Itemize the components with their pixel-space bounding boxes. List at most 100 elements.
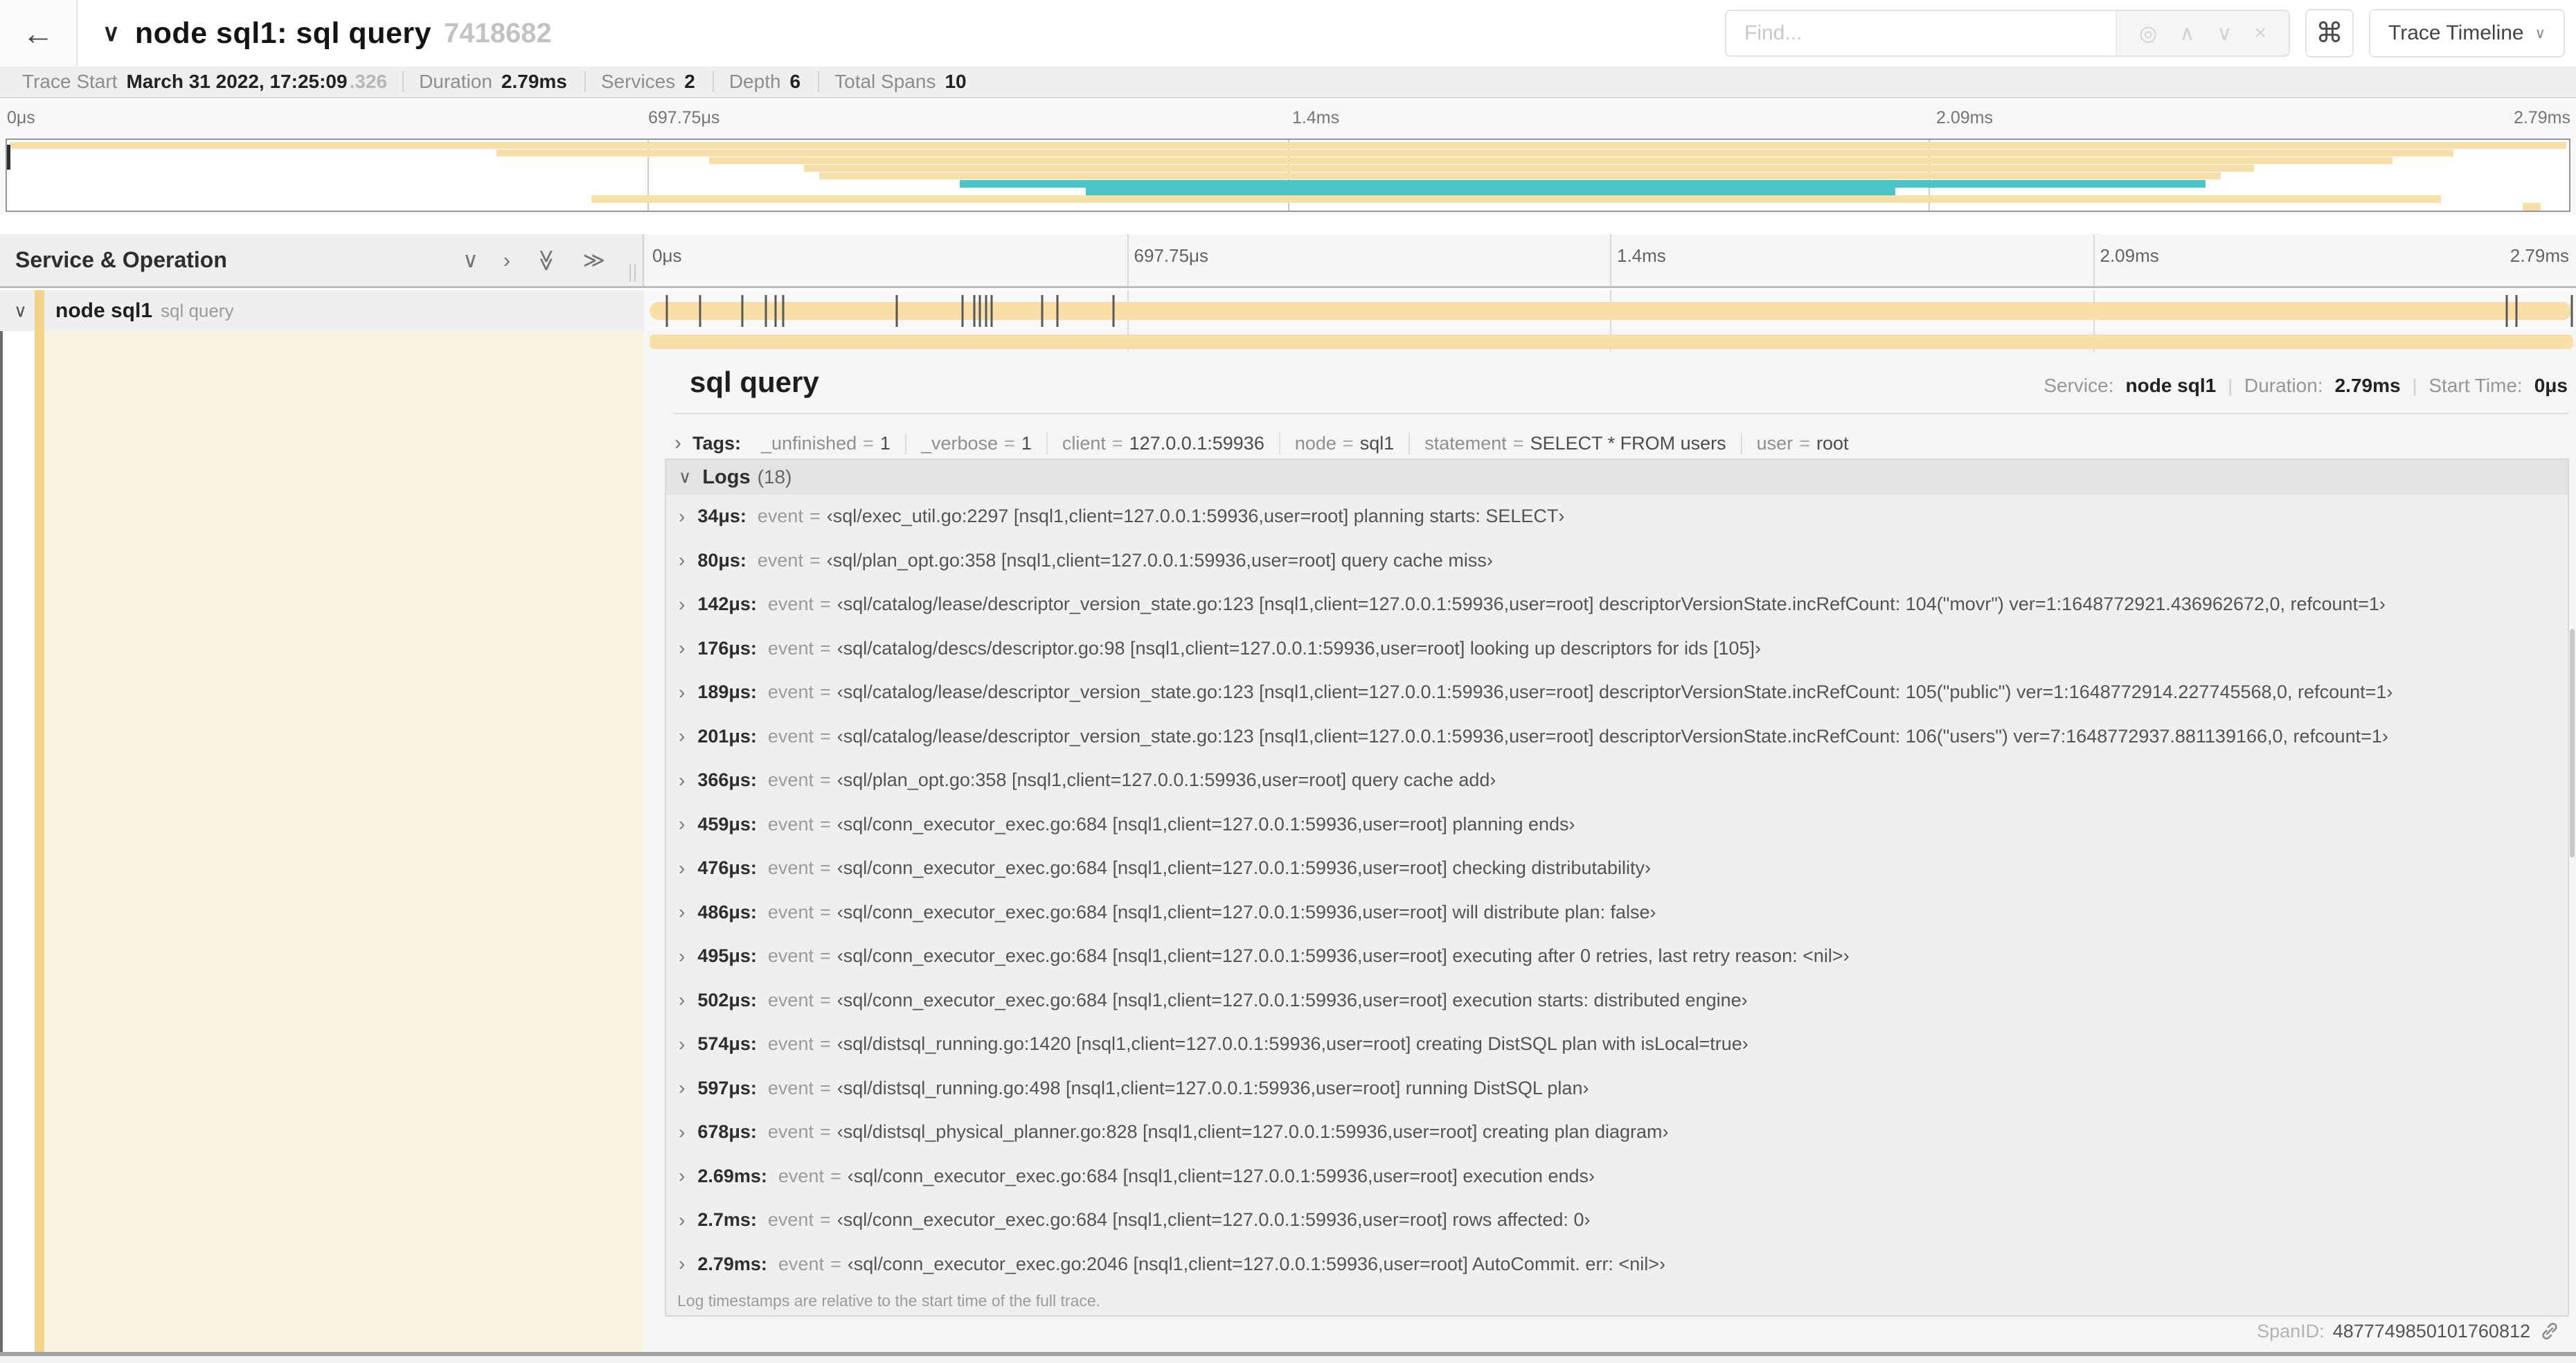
log-marker[interactable] xyxy=(665,294,668,327)
collapse-logs-icon[interactable]: ∨ xyxy=(679,467,691,488)
log-marker[interactable] xyxy=(1112,294,1115,327)
log-marker[interactable] xyxy=(782,294,785,327)
log-marker[interactable] xyxy=(895,294,898,327)
view-selector-button[interactable]: Trace Timeline ∨ xyxy=(2369,9,2565,57)
log-row[interactable]: › 495μs: event = ‹sql/conn_executor_exec… xyxy=(666,934,2568,979)
expand-log-icon[interactable]: › xyxy=(679,901,685,923)
expand-log-icon[interactable]: › xyxy=(679,857,685,880)
summary-value: 10 xyxy=(945,71,967,92)
log-field-value: ‹sql/conn_executor_exec.go:684 [nsql1,cl… xyxy=(837,857,1651,879)
expand-tags-icon[interactable]: › xyxy=(674,431,681,455)
service-operation-title: Service & Operation xyxy=(15,247,227,272)
tag-key: _unfinished xyxy=(761,432,857,454)
log-row[interactable]: › 502μs: event = ‹sql/conn_executor_exec… xyxy=(666,979,2568,1023)
log-row[interactable]: › 176μs: event = ‹sql/catalog/descs/desc… xyxy=(666,627,2568,671)
minimap-canvas[interactable] xyxy=(6,139,2570,212)
locate-icon[interactable]: ◎ xyxy=(2139,21,2157,46)
collapse-all-icon[interactable]: ≫ xyxy=(534,249,559,271)
log-row[interactable]: › 2.79ms: event = ‹sql/conn_executor_exe… xyxy=(666,1242,2568,1287)
expand-log-icon[interactable]: › xyxy=(679,989,685,1011)
log-marker[interactable] xyxy=(1041,294,1044,327)
next-match-icon[interactable]: ∨ xyxy=(2217,21,2232,46)
log-timestamp: 597μs: xyxy=(697,1077,757,1098)
scrollbar-thumb[interactable] xyxy=(2570,629,2575,857)
expand-log-icon[interactable]: › xyxy=(679,1253,685,1275)
log-marker[interactable] xyxy=(961,294,964,327)
minimap-tick: 2.09ms xyxy=(1936,108,1993,127)
expand-log-icon[interactable]: › xyxy=(679,506,685,528)
expand-log-icon[interactable]: › xyxy=(679,1165,685,1187)
axis-gridline xyxy=(1127,234,1129,286)
log-row[interactable]: › 486μs: event = ‹sql/conn_executor_exec… xyxy=(666,891,2568,935)
expand-all-icon[interactable]: ≫ xyxy=(583,248,605,273)
expand-log-icon[interactable]: › xyxy=(679,549,685,571)
log-timestamp: 366μs: xyxy=(697,769,757,791)
span-row[interactable]: ∨ node sql1 sql query xyxy=(0,290,2576,331)
log-marker[interactable] xyxy=(2515,294,2517,327)
expand-log-icon[interactable]: › xyxy=(679,1033,685,1055)
timeline-minimap: 0μs 697.75μs 1.4ms 2.09ms 2.79ms xyxy=(0,100,2576,215)
log-row[interactable]: › 189μs: event = ‹sql/catalog/lease/desc… xyxy=(666,670,2568,715)
collapse-span-icon[interactable]: ∨ xyxy=(14,300,27,321)
expand-log-icon[interactable]: › xyxy=(679,1077,685,1099)
expand-log-icon[interactable]: › xyxy=(679,725,685,747)
log-row[interactable]: › 459μs: event = ‹sql/conn_executor_exec… xyxy=(666,803,2568,847)
log-row[interactable]: › 678μs: event = ‹sql/distsql_physical_p… xyxy=(666,1110,2568,1155)
log-row[interactable]: › 2.7ms: event = ‹sql/conn_executor_exec… xyxy=(666,1198,2568,1242)
log-marker[interactable] xyxy=(2505,294,2508,327)
expand-log-icon[interactable]: › xyxy=(679,637,685,659)
log-row[interactable]: › 2.69ms: event = ‹sql/conn_executor_exe… xyxy=(666,1155,2568,1199)
expand-one-icon[interactable]: › xyxy=(503,248,510,273)
detail-span-bar[interactable] xyxy=(650,335,2573,349)
log-marker[interactable] xyxy=(741,294,744,327)
span-name-cell[interactable]: ∨ node sql1 sql query xyxy=(0,290,644,331)
log-row[interactable]: › 34μs: event = ‹sql/exec_util.go:2297 [… xyxy=(666,495,2568,539)
summary-item: Duration 2.79ms xyxy=(402,71,584,92)
log-marker[interactable] xyxy=(990,294,993,327)
expand-log-icon[interactable]: › xyxy=(679,682,685,704)
find-input[interactable] xyxy=(1726,11,2116,55)
collapse-one-icon[interactable]: ∨ xyxy=(463,248,478,273)
span-bar-cell[interactable] xyxy=(644,290,2576,331)
expand-log-icon[interactable]: › xyxy=(679,1209,685,1231)
expand-log-icon[interactable]: › xyxy=(679,594,685,616)
span-duration-bar[interactable] xyxy=(650,301,2572,320)
keyboard-shortcuts-button[interactable]: ⌘ xyxy=(2305,9,2354,57)
log-row[interactable]: › 476μs: event = ‹sql/conn_executor_exec… xyxy=(666,846,2568,891)
collapse-controls: ∨ › ≫ ≫ xyxy=(463,248,605,273)
trace-title-wrap[interactable]: ∨ node sql1: sql query 7418682 xyxy=(102,17,552,51)
expand-log-icon[interactable]: › xyxy=(679,813,685,835)
log-row[interactable]: › 574μs: event = ‹sql/distsql_running.go… xyxy=(666,1022,2568,1067)
log-marker[interactable] xyxy=(973,294,976,327)
log-field-key: event xyxy=(767,813,814,835)
log-marker[interactable] xyxy=(774,294,777,327)
tag-item: _verbose = 1 xyxy=(904,432,1046,454)
back-icon: ← xyxy=(22,15,54,51)
log-field-value: ‹sql/plan_opt.go:358 [nsql1,client=127.0… xyxy=(826,549,1493,571)
log-row[interactable]: › 142μs: event = ‹sql/catalog/lease/desc… xyxy=(666,582,2568,627)
expand-log-icon[interactable]: › xyxy=(679,1121,685,1143)
log-marker[interactable] xyxy=(764,294,767,327)
expand-log-icon[interactable]: › xyxy=(679,945,685,968)
expand-log-icon[interactable]: › xyxy=(679,769,685,792)
deep-link-icon[interactable] xyxy=(2539,1320,2561,1342)
column-resizer-grip[interactable] xyxy=(629,264,636,282)
log-marker[interactable] xyxy=(1056,294,1059,327)
log-row[interactable]: › 80μs: event = ‹sql/plan_opt.go:358 [ns… xyxy=(666,539,2568,583)
detail-name-column[interactable] xyxy=(35,331,644,1352)
clear-search-icon[interactable]: × xyxy=(2254,21,2266,45)
log-marker[interactable] xyxy=(985,294,987,327)
tags-row[interactable]: › Tags: _unfinished = 1 _verbose = 1 cli… xyxy=(674,428,2569,458)
minimap-drag-handle[interactable] xyxy=(7,145,10,170)
back-button[interactable]: ← xyxy=(0,0,78,66)
log-marker[interactable] xyxy=(699,294,701,327)
prev-match-icon[interactable]: ∧ xyxy=(2179,21,2194,46)
log-marker[interactable] xyxy=(978,294,981,327)
log-row[interactable]: › 201μs: event = ‹sql/catalog/lease/desc… xyxy=(666,715,2568,759)
log-row[interactable]: › 366μs: event = ‹sql/plan_opt.go:358 [n… xyxy=(666,758,2568,803)
logs-header[interactable]: ∨ Logs (18) xyxy=(666,460,2568,495)
minimap-tick: 0μs xyxy=(7,108,35,127)
log-marker[interactable] xyxy=(2570,294,2573,327)
collapse-trace-icon[interactable]: ∨ xyxy=(102,19,120,47)
log-row[interactable]: › 597μs: event = ‹sql/distsql_running.go… xyxy=(666,1067,2568,1111)
